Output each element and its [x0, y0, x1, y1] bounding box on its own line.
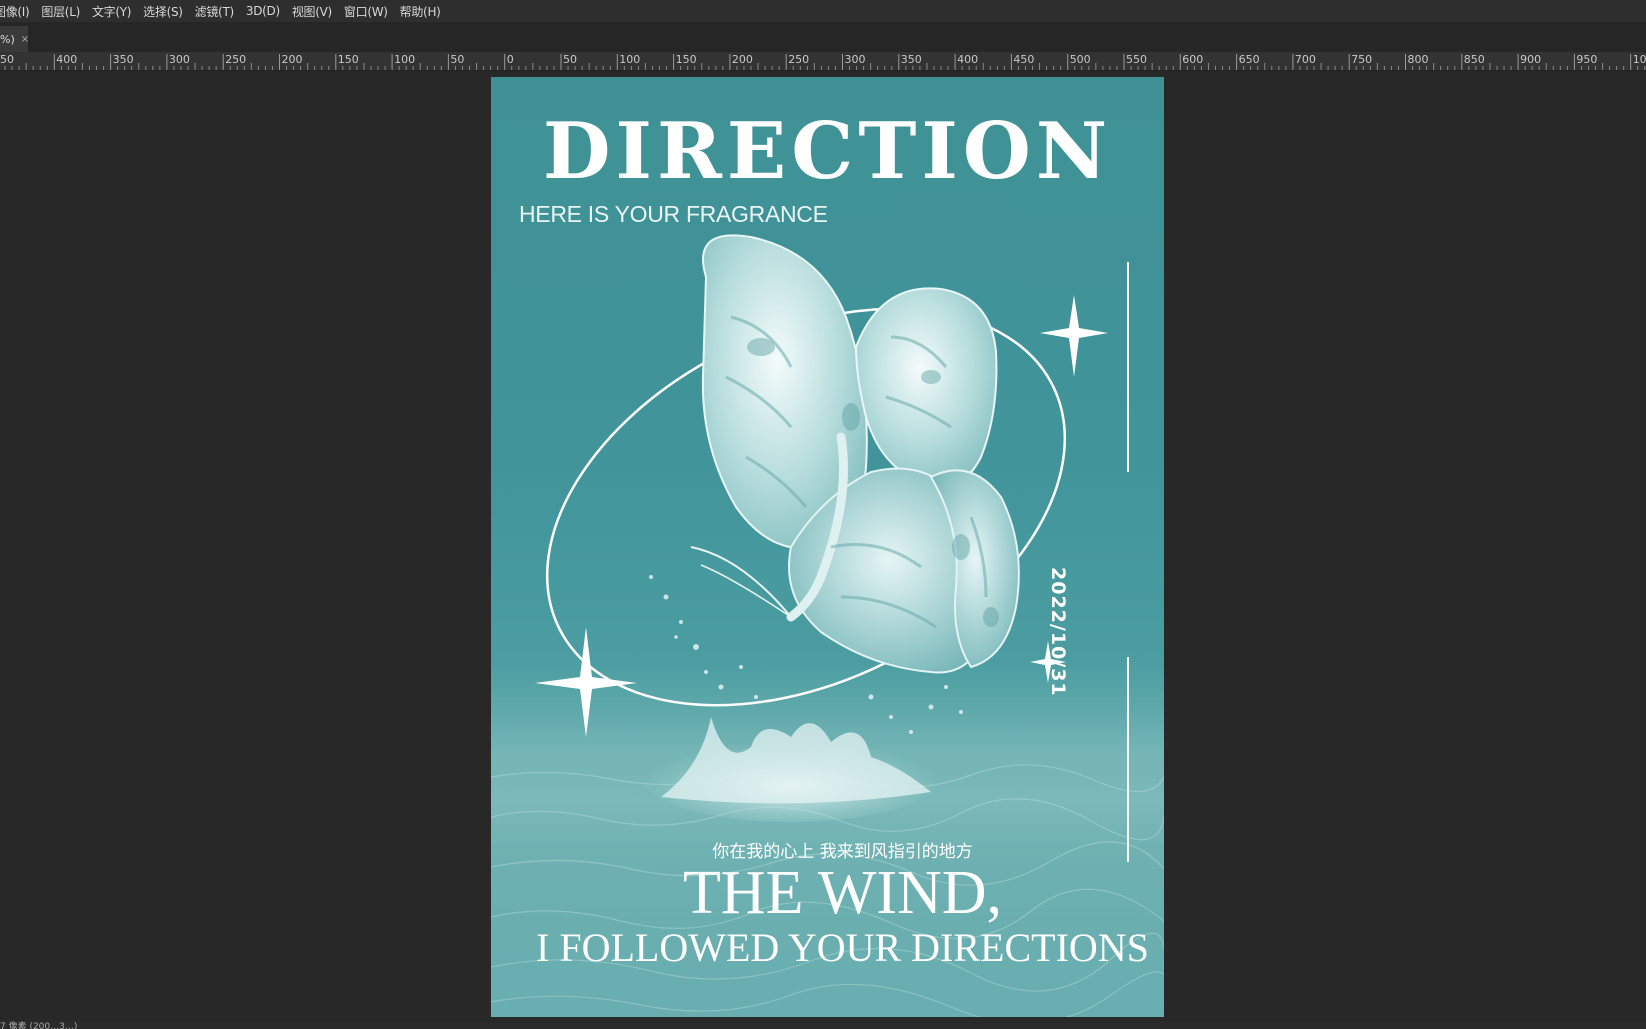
document-canvas[interactable]: DIRECTION HERE IS YOUR FRAGRANCE 2022/10… — [491, 77, 1164, 1017]
ruler-ticks: 50 400 350 300 250 200 150 100 50 0 50 100 150 200 250… — [0, 53, 1646, 70]
poster-date: 2022/10/31 — [1047, 567, 1069, 697]
document-tab-label: %) — [0, 32, 15, 46]
status-text: 7 像素 (200…3…) — [0, 1022, 78, 1029]
ruler-label: 0 — [507, 53, 514, 66]
menu-select[interactable]: 选择(S) — [137, 3, 188, 20]
ruler-label: 250 — [788, 53, 809, 66]
ruler-label: 50 — [563, 53, 577, 66]
menu-3d[interactable]: 3D(D) — [240, 4, 286, 18]
menu-bar: 图像(I) 图层(L) 文字(Y) 选择(S) 滤镜(T) 3D(D) 视图(V… — [0, 0, 1646, 22]
ruler-label: 700 — [1295, 53, 1316, 66]
status-bar: 7 像素 (200…3…) — [0, 1021, 1646, 1029]
document-tab-bar: %) × — [0, 22, 1646, 53]
menu-window[interactable]: 窗口(W) — [338, 3, 394, 20]
ruler-label: 300 — [169, 53, 190, 66]
ruler-label: 350 — [113, 53, 134, 66]
menu-layer[interactable]: 图层(L) — [35, 3, 86, 20]
ruler-label: 400 — [56, 53, 77, 66]
ruler-label: 1000 — [1633, 53, 1646, 66]
ruler-label: 400 — [957, 53, 978, 66]
ruler-label: 600 — [1182, 53, 1203, 66]
ruler-label: 750 — [1351, 53, 1372, 66]
menu-filter[interactable]: 滤镜(T) — [189, 3, 240, 20]
ruler-label: 50 — [0, 53, 14, 66]
ruler-label: 900 — [1520, 53, 1541, 66]
ruler-label: 100 — [619, 53, 640, 66]
ruler-label: 250 — [225, 53, 246, 66]
butterfly-illustration — [690, 234, 1020, 674]
ruler-label: 650 — [1239, 53, 1260, 66]
ruler-label: 150 — [338, 53, 359, 66]
close-icon[interactable]: × — [21, 34, 29, 45]
poster-title: DIRECTION — [542, 106, 1113, 197]
ruler-label: 350 — [901, 53, 922, 66]
ruler-label: 50 — [450, 53, 464, 66]
ruler-label: 550 — [1126, 53, 1147, 66]
poster-subtitle: HERE IS YOUR FRAGRANCE — [519, 201, 828, 227]
ruler-label: 200 — [732, 53, 753, 66]
document-tab[interactable]: %) × — [0, 26, 29, 52]
horizontal-ruler[interactable]: 50 400 350 300 250 200 150 100 50 0 50 100 150 200 250… — [0, 52, 1646, 71]
poster-headline: THE WIND, — [682, 859, 1003, 927]
menu-view[interactable]: 视图(V) — [286, 3, 338, 20]
sparkle-icon-large-top — [1040, 295, 1108, 377]
ruler-label: 150 — [676, 53, 697, 66]
ruler-label: 950 — [1576, 53, 1597, 66]
ruler-label: 300 — [845, 53, 866, 66]
ruler-label: 500 — [1070, 53, 1091, 66]
ruler-label: 850 — [1464, 53, 1485, 66]
menu-image[interactable]: 图像(I) — [0, 3, 35, 20]
menu-help[interactable]: 帮助(H) — [394, 3, 447, 20]
ruler-label: 450 — [1013, 53, 1034, 66]
ruler-label: 200 — [282, 53, 303, 66]
poster-tagline: I FOLLOWED YOUR DIRECTIONS — [536, 925, 1149, 970]
menu-type[interactable]: 文字(Y) — [86, 3, 137, 20]
ruler-label: 100 — [394, 53, 415, 66]
ruler-label: 800 — [1408, 53, 1429, 66]
